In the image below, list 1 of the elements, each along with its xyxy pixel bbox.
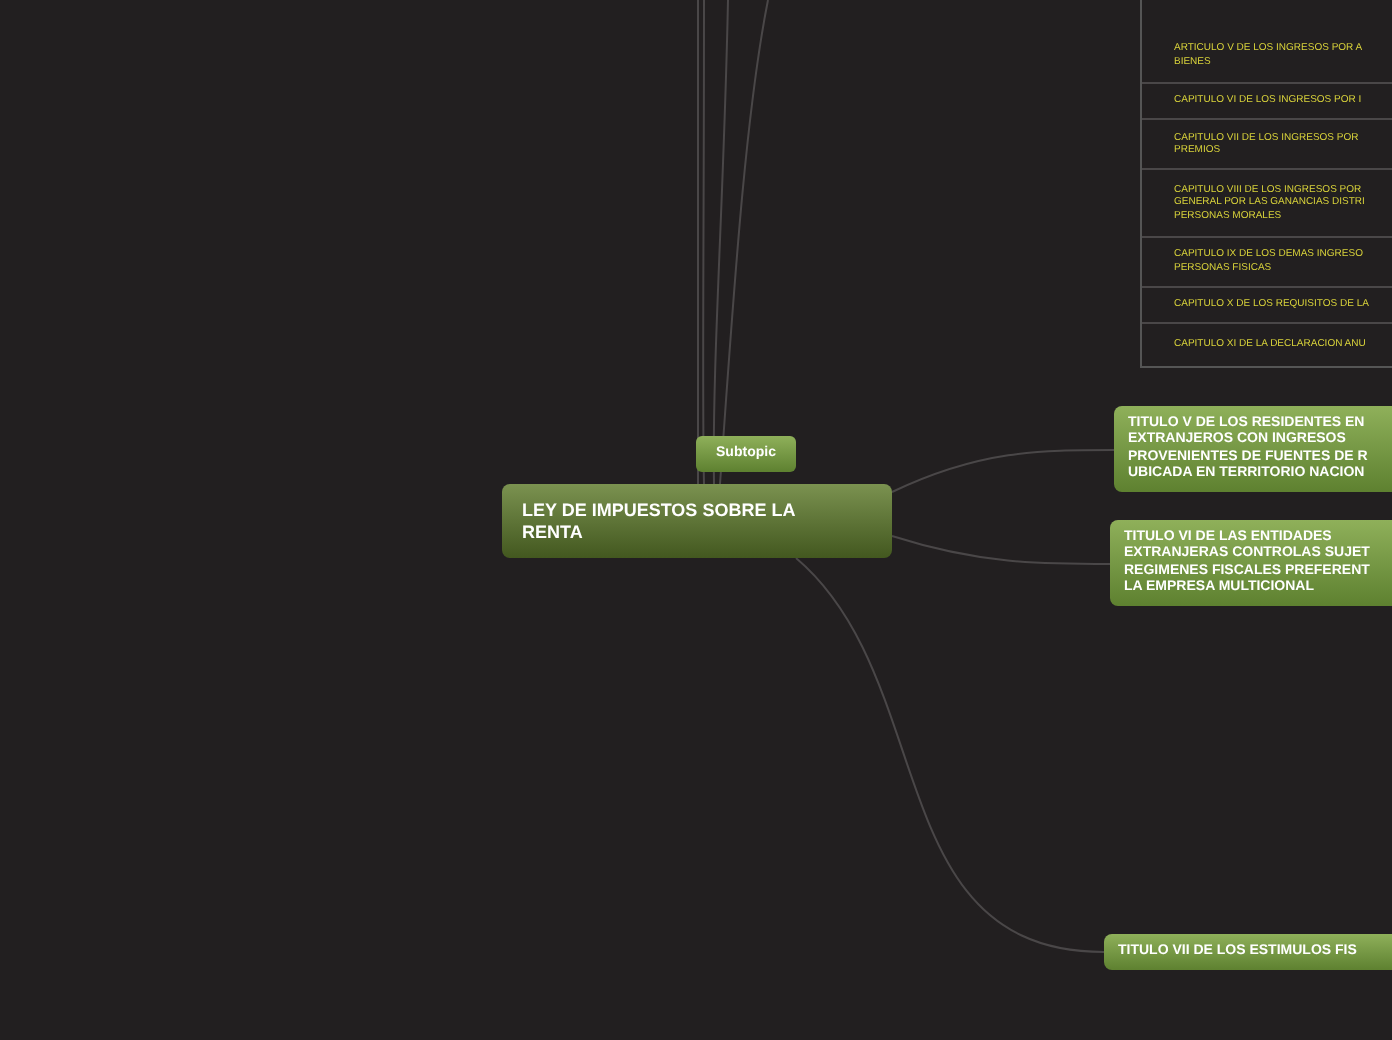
central-topic-node[interactable]: LEY DE IMPUESTOS SOBRE LA RENTA: [502, 484, 892, 558]
